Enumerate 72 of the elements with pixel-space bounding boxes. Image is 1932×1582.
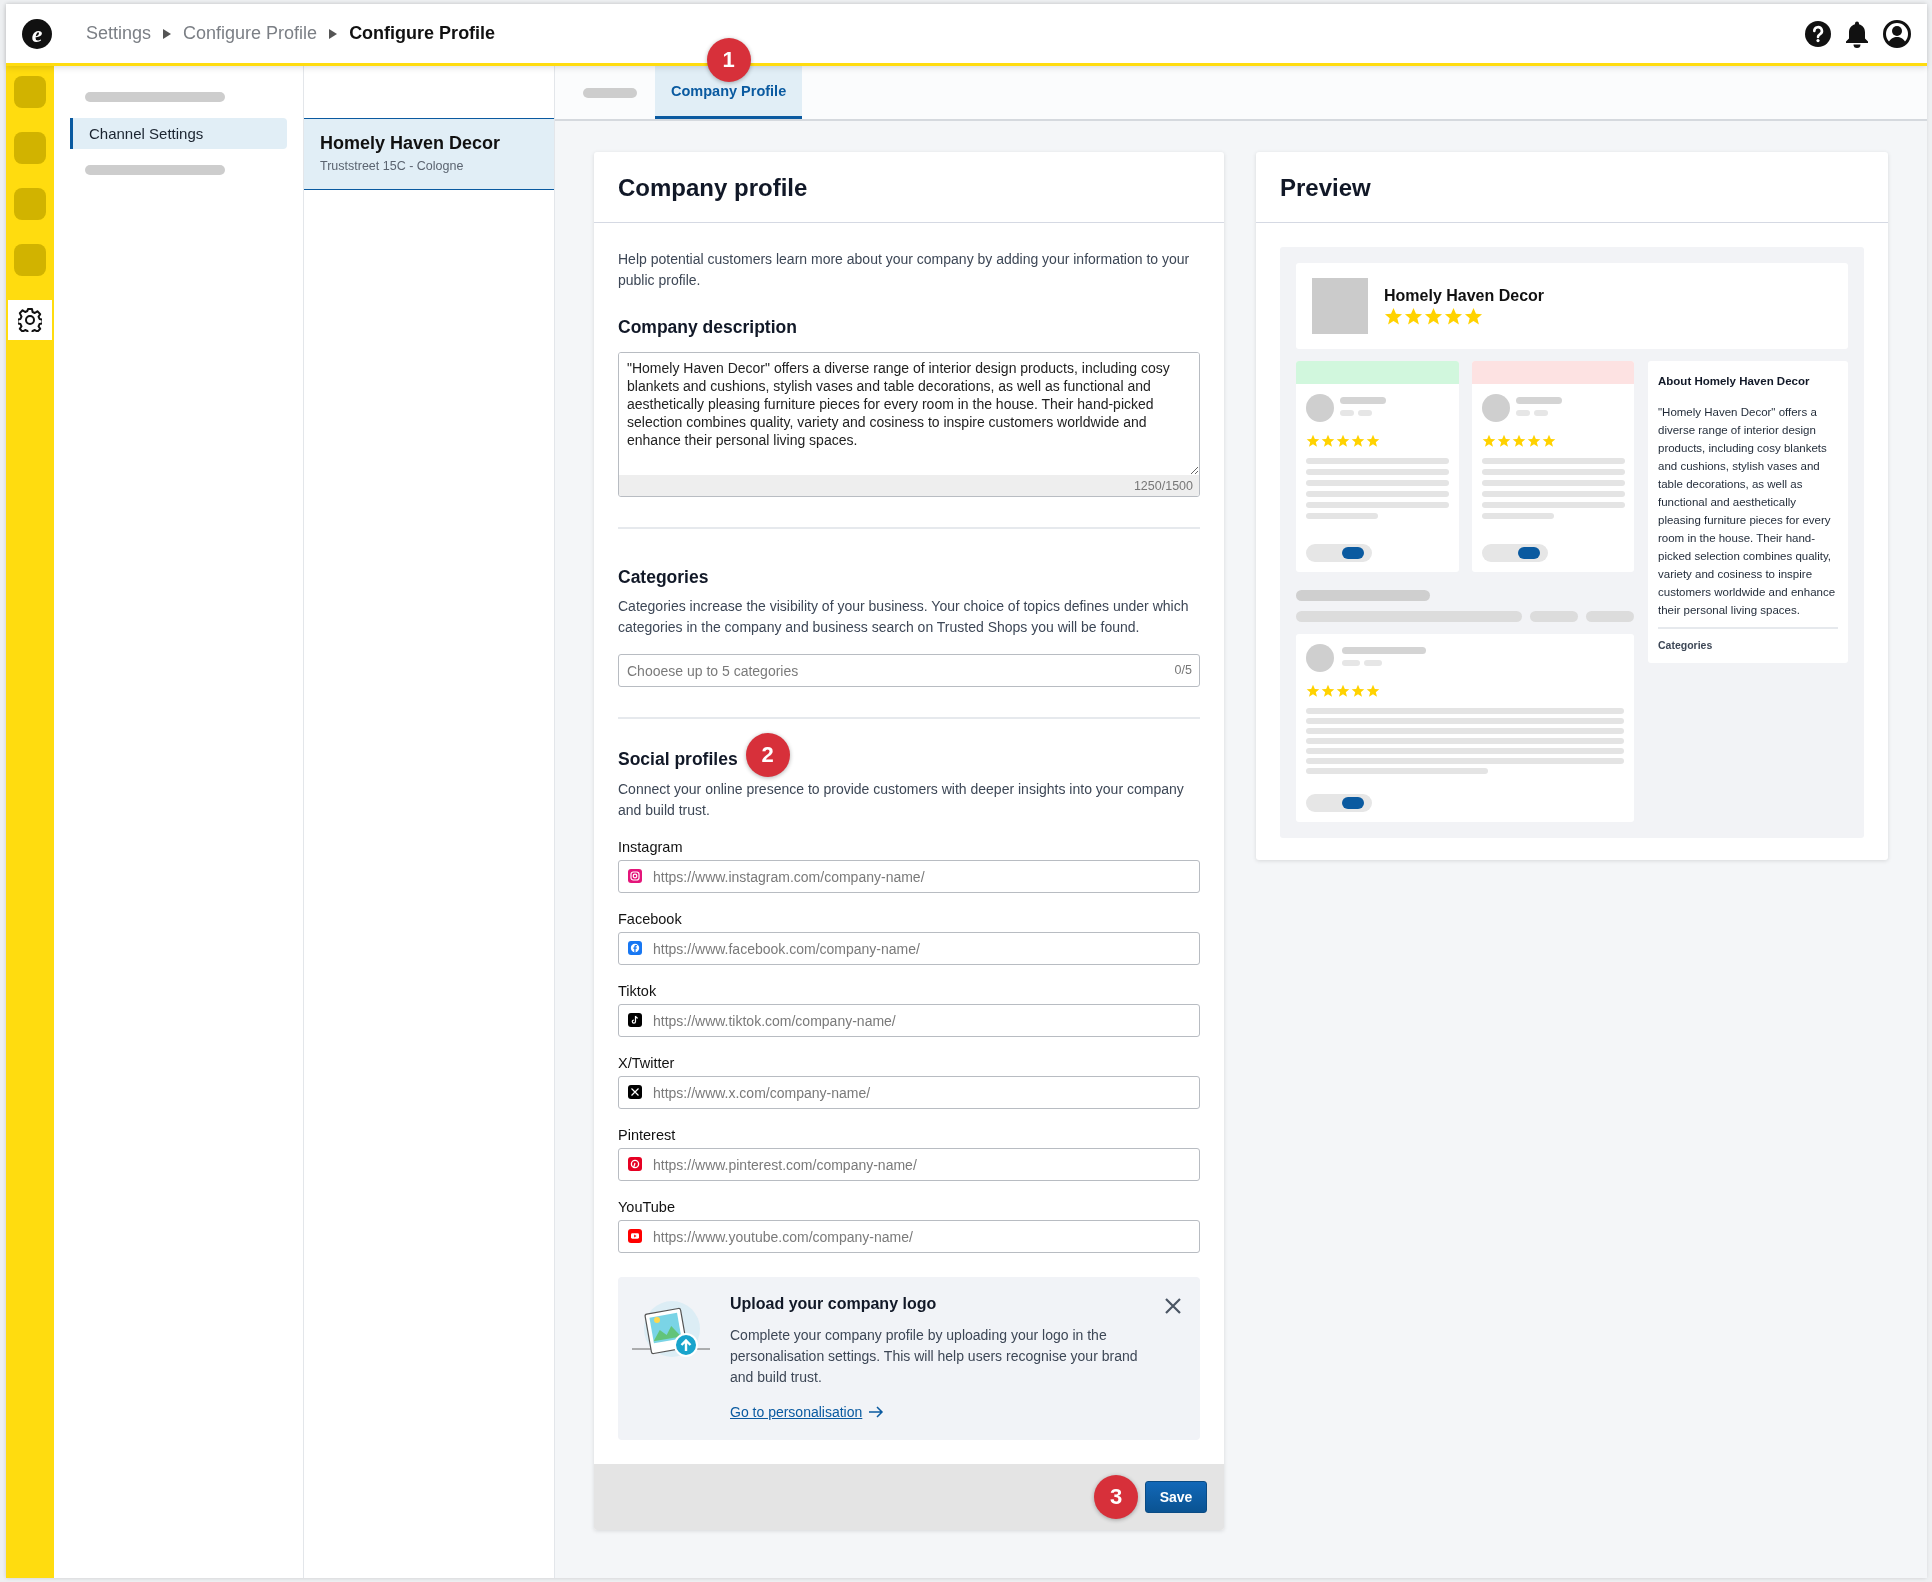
star-icon xyxy=(1444,306,1463,326)
card-title: Preview xyxy=(1256,152,1888,223)
url-field[interactable]: https://www.tiktok.com/company-name/ xyxy=(618,1004,1200,1037)
company-name: Homely Haven Decor xyxy=(1384,286,1545,305)
category-counter: 0/5 xyxy=(1174,663,1192,677)
tab[interactable]: Company Profile xyxy=(655,66,803,119)
field-label: YouTube xyxy=(618,1199,676,1215)
breadcrumb-separator-icon xyxy=(329,28,338,39)
breadcrumb-separator-icon xyxy=(163,28,172,39)
description-field[interactable]: "Homely Haven Decor" offers a diverse range of interior design products, including cosy blankets and cushions, stylish vases and table decorations, as well as functional and aesthetically pleasing furniture pieces for every room in the house. Their hand-picked selection combines quality, variety and cosiness to inspire customers worldwide and enhance their personal living spaces. 1250/1500 xyxy=(618,352,1200,497)
nav-item[interactable]: Channel Settings xyxy=(70,118,287,149)
star-icon xyxy=(1384,306,1403,326)
star-icon xyxy=(1366,434,1380,448)
settings-rail-item[interactable] xyxy=(8,300,52,340)
step-number-badge: 3 xyxy=(1094,1475,1138,1519)
url-field[interactable]: https://www.youtube.com/company-name/ xyxy=(618,1220,1200,1253)
star-icon xyxy=(1464,306,1483,326)
section-heading: Company description xyxy=(618,317,798,338)
personalisation-link[interactable]: Go to personalisation xyxy=(730,1404,863,1420)
section-heading: Social profiles xyxy=(618,748,738,770)
star-icon xyxy=(1351,684,1365,698)
notice-text: Complete your company profile by uploading your logo in the personalisation settings. This will help users recognise your brand and build trust. xyxy=(730,1326,1139,1387)
help-icon[interactable] xyxy=(1805,20,1831,47)
star-icon xyxy=(1306,434,1320,448)
shop-list-item[interactable]: Homely Haven Decor Truststreet 15C - Cologne xyxy=(304,119,554,190)
url-field[interactable]: https://www.pinterest.com/company-name/ xyxy=(618,1148,1200,1181)
breadcrumb[interactable]: Configure Profile xyxy=(183,23,318,44)
url-field[interactable]: https://www.x.com/company-name/ xyxy=(618,1076,1200,1109)
step-number-badge: 2 xyxy=(745,733,790,777)
star-icon xyxy=(1336,684,1350,698)
categories-text: Categories increase the visibility of your business. Your choice of topics defines under which categories in the company and business search on Trusted Shops you will be found. xyxy=(618,597,1190,637)
star-icon xyxy=(1511,434,1526,448)
star-icon xyxy=(1526,434,1541,448)
star-icon xyxy=(1336,434,1350,448)
character-counter: 1250/1500 xyxy=(1133,479,1193,493)
star-icon xyxy=(1404,306,1423,326)
field-label: Instagram xyxy=(618,839,684,855)
shop-name: Homely Haven Decor xyxy=(320,133,502,154)
save-button[interactable]: Save xyxy=(1145,1481,1207,1513)
categories-label: Categories xyxy=(1658,639,1714,651)
breadcrumb: Configure Profile xyxy=(349,23,496,44)
star-icon xyxy=(1351,434,1365,448)
about-title: About Homely Haven Decor xyxy=(1658,375,1811,387)
breadcrumb[interactable]: Settings xyxy=(86,23,152,44)
star-icon xyxy=(1541,434,1556,448)
star-icon xyxy=(1481,434,1496,448)
star-icon xyxy=(1366,684,1380,698)
field-label: Pinterest xyxy=(618,1127,677,1143)
star-icon xyxy=(1321,434,1335,448)
about-text: "Homely Haven Decor" offers a diverse range of interior design products, including cosy blankets and cushions, stylish vases and table decorations, as well as functional and aesthetically pleasing furniture pieces for every room in the house. Their hand-picked selection combines quality, variety and cosiness to inspire customers worldwide and enhance their personal living spaces. xyxy=(1658,403,1838,629)
star-icon xyxy=(1321,684,1335,698)
arrow-right-icon xyxy=(868,1406,885,1418)
settings-icon xyxy=(18,308,42,332)
intro-text: Help potential customers learn more about your company by adding your information to your public profile. xyxy=(618,250,1191,290)
star-icon xyxy=(1424,306,1443,326)
social-profiles-text: Connect your online presence to provide customers with deeper insights into your company and build trust. xyxy=(618,780,1185,820)
star-icon xyxy=(1306,684,1320,698)
notice-title: Upload your company logo xyxy=(730,1295,938,1313)
field-label: Tiktok xyxy=(618,983,658,999)
shop-address: Truststreet 15C - Cologne xyxy=(320,159,465,173)
field-label: Facebook xyxy=(618,911,683,927)
url-field[interactable]: https://www.instagram.com/company-name/ xyxy=(618,860,1200,893)
section-heading: Categories xyxy=(618,567,710,588)
logo-placeholder xyxy=(1312,278,1368,334)
field-label: X/Twitter xyxy=(618,1055,676,1071)
app-logo[interactable]: e xyxy=(22,18,52,49)
close-icon[interactable] xyxy=(1164,1297,1182,1315)
url-field[interactable]: https://www.facebook.com/company-name/ xyxy=(618,932,1200,965)
star-icon xyxy=(1496,434,1511,448)
card-title: Company profile xyxy=(594,152,1224,223)
user-account-icon[interactable] xyxy=(1883,19,1911,48)
bell-icon[interactable] xyxy=(1845,19,1869,48)
